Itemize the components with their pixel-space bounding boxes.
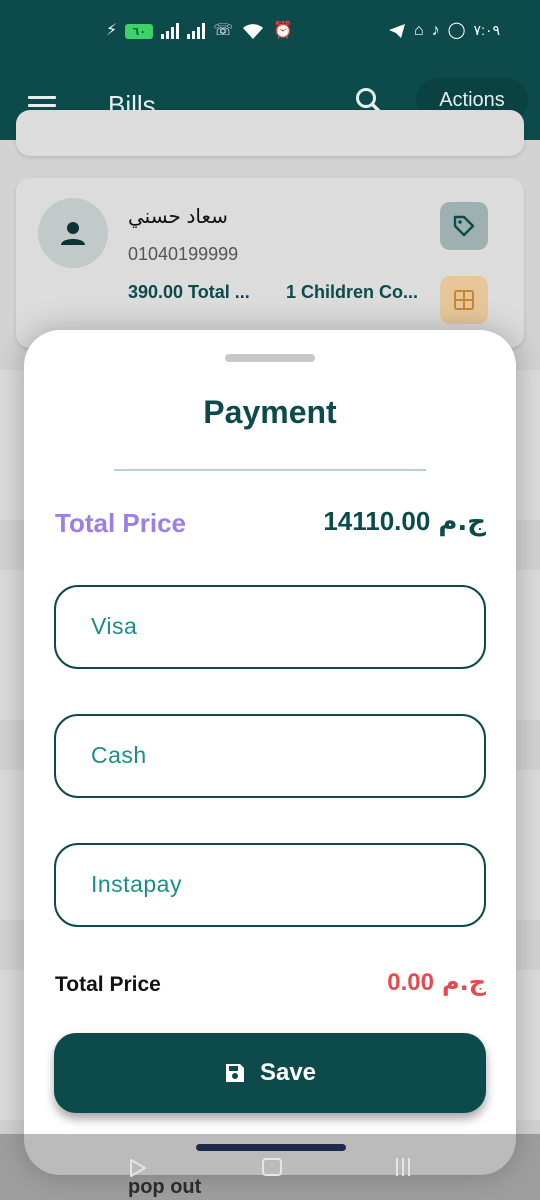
battery-level: ٦٠: [132, 25, 146, 38]
payment-sheet: Payment Total Price 14110.00 ج.م Visa Ca…: [24, 330, 516, 1175]
status-bar: ⚡ ٦٠ ☏ ⏰ ⌂ ♪ ◯ ٧:٠٩: [0, 0, 540, 70]
list-item[interactable]: [16, 110, 524, 156]
tag-icon: [453, 215, 475, 237]
back-icon[interactable]: [128, 1158, 148, 1178]
calculator-button[interactable]: [440, 276, 488, 324]
system-nav-bar: [0, 1134, 540, 1200]
customer-name: سعاد حسني: [128, 206, 228, 228]
alarm-icon: ⏰: [273, 22, 294, 39]
drag-handle[interactable]: [225, 354, 315, 362]
save-label: Save: [259, 1059, 317, 1086]
signal-icon: [161, 23, 180, 39]
wifi-icon: [243, 24, 264, 39]
signal-icon: [187, 23, 206, 39]
notification-icon: ⌂: [413, 21, 424, 39]
list-item[interactable]: سعاد حسني 01040199999 390.00 Total ... 1…: [16, 178, 524, 348]
bolt-icon: ⚡: [106, 22, 118, 39]
status-icons-left: ⚡ ٦٠ ☏ ⏰: [106, 22, 293, 40]
avatar: [38, 198, 108, 268]
entered-total-amount: 0.00: [387, 969, 434, 996]
cash-field[interactable]: Cash: [54, 714, 486, 798]
entered-total-label: Total Price: [55, 973, 161, 996]
person-icon: [61, 222, 85, 245]
total-price-value: 14110.00 ج.م: [323, 506, 486, 537]
battery-icon: ٦٠: [125, 23, 154, 39]
entered-total-value: 0.00 ج.م: [387, 968, 486, 997]
volte-icon: ☏: [213, 22, 234, 39]
telegram-icon: [388, 23, 405, 38]
divider: [114, 469, 426, 471]
recents-icon[interactable]: [396, 1158, 410, 1176]
children-count: 1 Children Co...: [286, 282, 419, 302]
instapay-label: Instapay: [91, 871, 182, 897]
customer-phone: 01040199999: [128, 244, 239, 264]
status-icons-right: ⌂ ♪ ◯ ٧:٠٩: [388, 22, 500, 39]
tag-button[interactable]: [440, 202, 488, 250]
instapay-field[interactable]: Instapay: [54, 843, 486, 927]
sheet-title: Payment: [203, 394, 337, 430]
whatsapp-icon: ◯: [447, 21, 466, 39]
save-button[interactable]: Save: [54, 1033, 486, 1113]
visa-label: Visa: [91, 613, 138, 639]
currency-label: ج.م: [441, 968, 486, 996]
calculator-icon: [454, 290, 474, 310]
total-price-label: Total Price: [55, 508, 187, 538]
clock: ٧:٠٩: [473, 22, 500, 38]
bill-total: 390.00 Total ...: [128, 282, 250, 302]
currency-label: ج.م: [438, 507, 486, 537]
cash-label: Cash: [91, 742, 147, 768]
visa-field[interactable]: Visa: [54, 585, 486, 669]
tiktok-icon: ♪: [431, 21, 440, 39]
home-icon[interactable]: [262, 1158, 282, 1176]
total-price-amount: 14110.00: [323, 506, 431, 536]
save-icon: [225, 1064, 244, 1082]
gesture-pill[interactable]: [196, 1144, 346, 1151]
